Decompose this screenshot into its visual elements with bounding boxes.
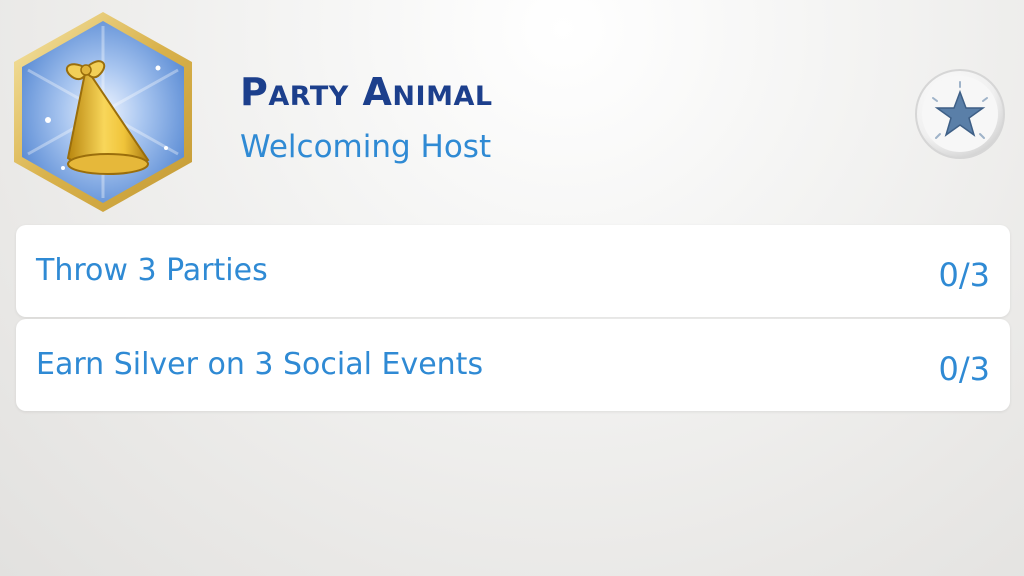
goal-row-earn-silver[interactable]: Earn Silver on 3 Social Events 0/3: [16, 319, 1010, 411]
goal-label: Earn Silver on 3 Social Events: [36, 347, 484, 382]
aspiration-badge: [8, 8, 198, 216]
goal-progress: 0/3: [938, 350, 991, 388]
party-hat-icon: [14, 12, 192, 212]
aspiration-title: Party Animal: [240, 70, 493, 114]
goal-label: Throw 3 Parties: [36, 253, 268, 288]
aspiration-header: Party Animal Welcoming Host: [240, 70, 493, 166]
goal-progress: 0/3: [938, 256, 991, 294]
star-icon: [915, 69, 1005, 159]
aspiration-subtitle: Welcoming Host: [240, 129, 492, 165]
goals-list: Throw 3 Parties 0/3 Earn Silver on 3 Soc…: [16, 225, 1010, 413]
reward-button[interactable]: [914, 68, 1006, 160]
goal-row-throw-parties[interactable]: Throw 3 Parties 0/3: [16, 225, 1010, 317]
